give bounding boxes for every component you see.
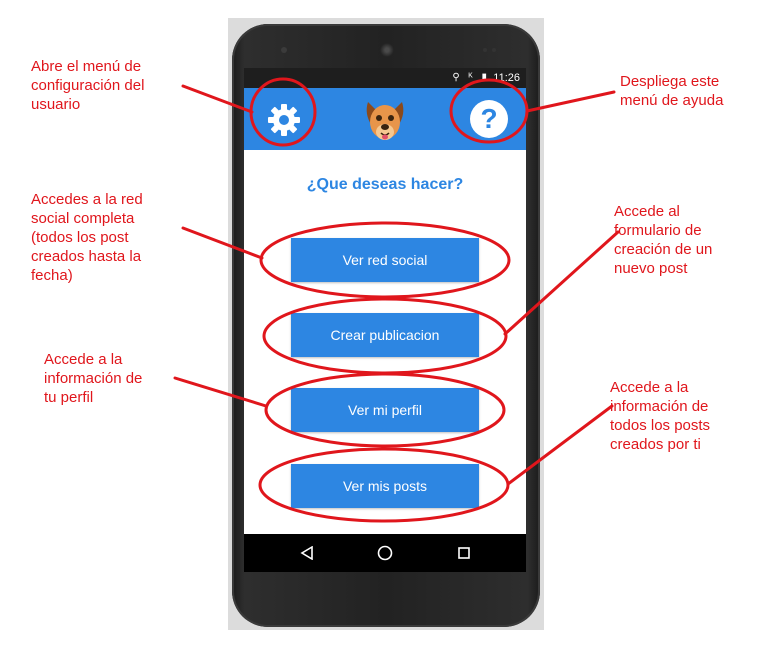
annotation-create: Accede al formulario de creación de un n…	[614, 203, 713, 277]
earpiece-speaker	[380, 43, 394, 57]
gear-icon[interactable]	[266, 102, 302, 138]
page-question: ¿Que deseas hacer?	[306, 176, 464, 193]
sensor-dot	[483, 48, 487, 52]
back-triangle-icon[interactable]	[292, 534, 322, 572]
crear-publicacion-button[interactable]: Crear publicacion	[291, 313, 479, 357]
ver-mi-perfil-button[interactable]: Ver mi perfil	[291, 388, 479, 432]
annotation-profile: Accede a la información de tu perfil	[44, 351, 143, 406]
ver-red-social-button[interactable]: Ver red social	[291, 238, 479, 282]
status-bar: ⚲ ᴷ ▮ 11:26	[244, 68, 526, 88]
recents-square-icon[interactable]	[449, 534, 479, 572]
app-bar: ?	[244, 88, 526, 150]
annotation-settings: Abre el menú de configuración del usuari…	[31, 58, 145, 113]
home-circle-icon[interactable]	[370, 534, 400, 572]
status-icons: ⚲ ᴷ ▮	[452, 72, 490, 83]
status-time: 11:26	[493, 72, 520, 84]
annotation-social: Accedes a la red social completa (todos …	[31, 191, 143, 284]
front-camera	[281, 47, 287, 53]
sensor-dot	[492, 48, 496, 52]
question-icon[interactable]: ?	[470, 100, 508, 138]
phone-screen: ⚲ ᴷ ▮ 11:26 ? ¿Que deseas hacer? Ver red…	[244, 68, 526, 572]
navigation-bar	[244, 534, 526, 572]
annotation-help: Despliega este menú de ayuda	[620, 73, 724, 109]
dog-face-logo	[362, 96, 408, 144]
annotation-posts: Accede a la información de todos los pos…	[610, 379, 711, 453]
ver-mis-posts-button[interactable]: Ver mis posts	[291, 464, 479, 508]
